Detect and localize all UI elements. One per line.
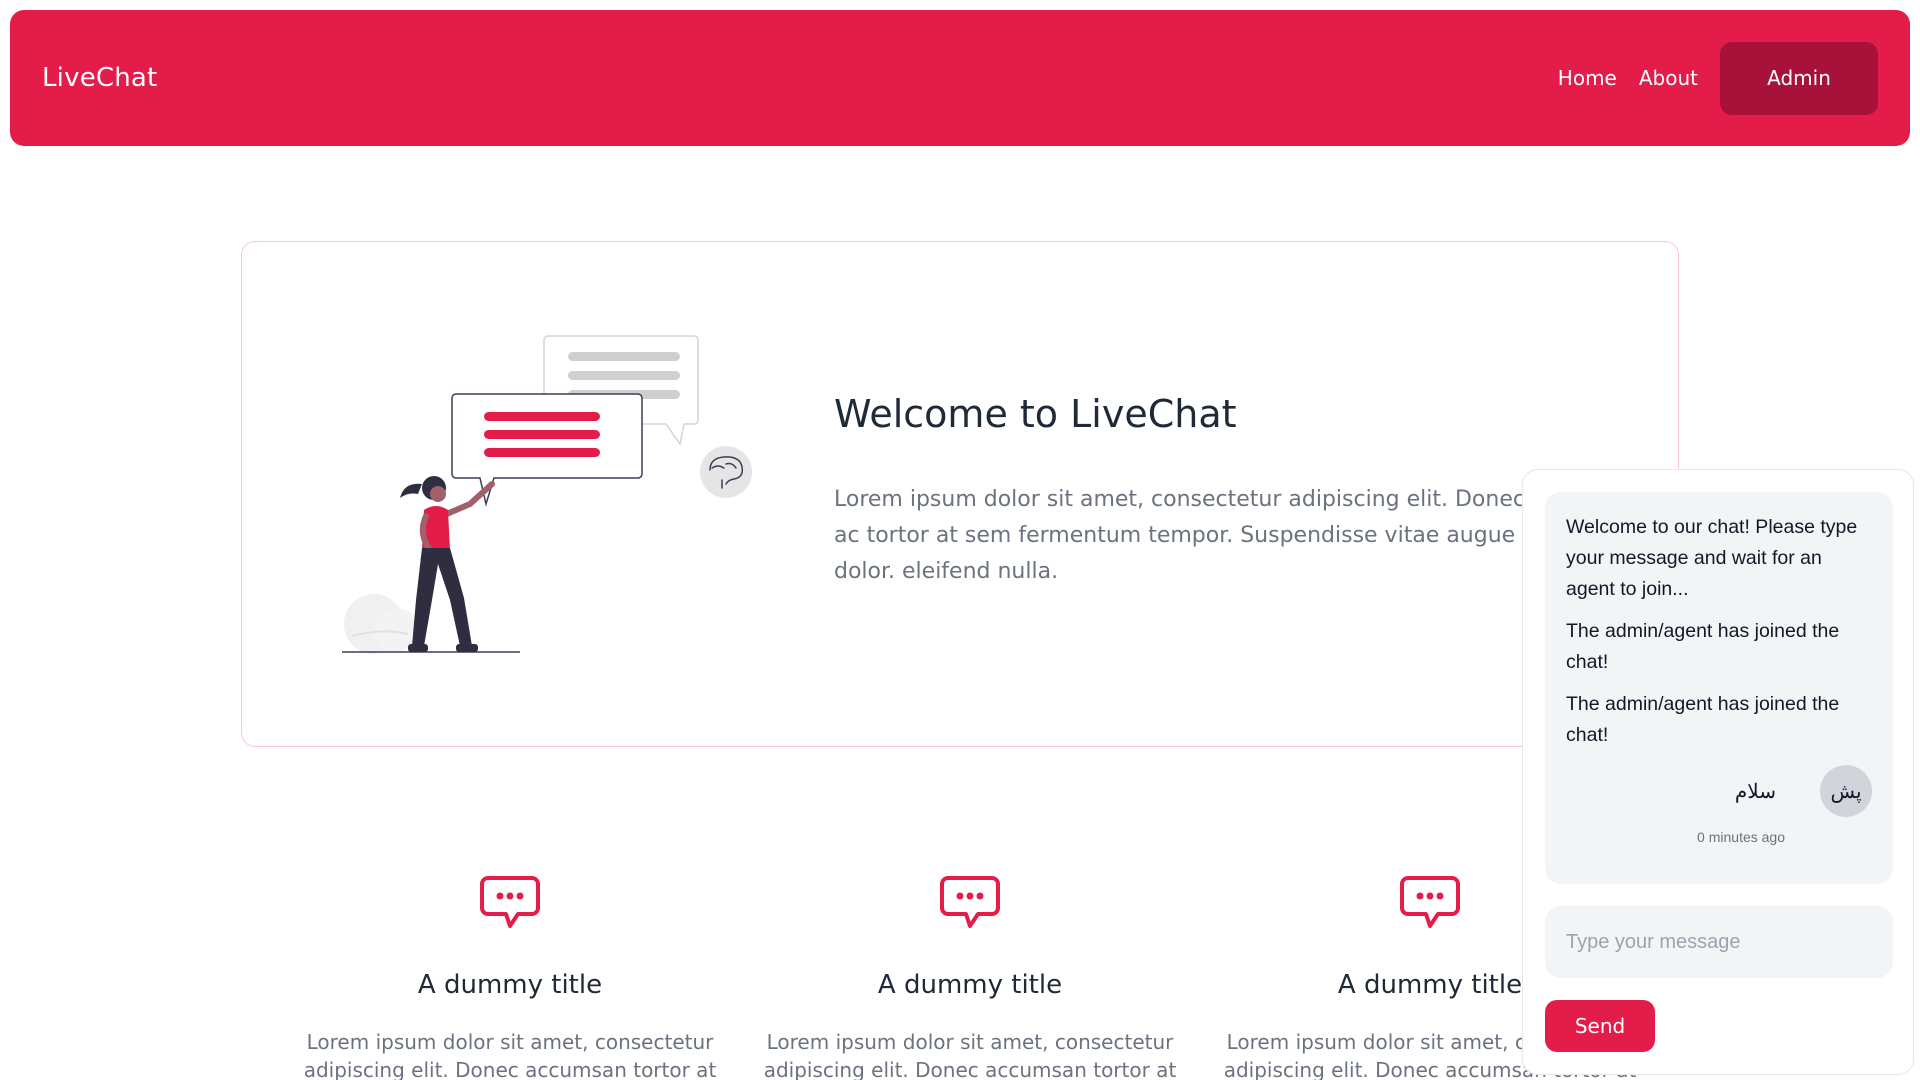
message-input[interactable] [1545,906,1893,978]
nav-links: Home About Admin [1558,41,1878,115]
system-message: Welcome to our chat! Please type your me… [1566,516,1858,600]
brand-logo[interactable]: LiveChat [42,63,157,93]
chat-illustration [342,335,752,654]
admin-button[interactable]: Admin [1720,41,1878,115]
avatar: پش [1820,765,1872,817]
system-message: The admin/agent has joined the chat! [1566,693,1840,746]
hero-card: Welcome to LiveChat Lorem ipsum dolor si… [241,241,1679,747]
user-message-text: سلام [1734,780,1776,803]
chat-widget: Welcome to our chat! Please type your me… [1522,469,1914,1075]
send-button[interactable]: Send [1545,1000,1655,1052]
hero-title: Welcome to LiveChat [834,392,1237,436]
nav-link-home[interactable]: Home [1558,66,1617,90]
feature-description: Lorem ipsum dolor sit amet, consectetur … [303,1030,717,1080]
woman-figure [400,476,495,652]
bush-decoration [344,594,418,654]
hero-description: Lorem ipsum dolor sit amet, consectetur … [834,487,1525,584]
nav-link-about[interactable]: About [1639,66,1698,90]
feature-title: A dummy title [877,970,1063,1000]
features-row: A dummy title Lorem ipsum dolor sit amet… [280,870,1660,1080]
chat-messages-panel[interactable]: Welcome to our chat! Please type your me… [1545,492,1893,884]
red-speech-bubble [451,393,643,507]
chat-bubble-icon [480,876,540,928]
feature-description: Lorem ipsum dolor sit amet, consectetur … [763,1030,1177,1080]
chat-bubble-icon [940,876,1000,928]
navbar: LiveChat Home About Admin [10,10,1910,146]
user-message: سلام پش [1566,765,1873,817]
feature-title: A dummy title [417,970,603,1000]
brain-icon [700,446,752,498]
feature-card: A dummy title Lorem ipsum dolor sit amet… [740,870,1200,1080]
system-message: The admin/agent has joined the chat! [1566,620,1840,673]
feature-card: A dummy title Lorem ipsum dolor sit amet… [280,870,740,1080]
chat-bubble-icon [1400,876,1460,928]
message-timestamp: 0 minutes ago [1697,829,1785,845]
